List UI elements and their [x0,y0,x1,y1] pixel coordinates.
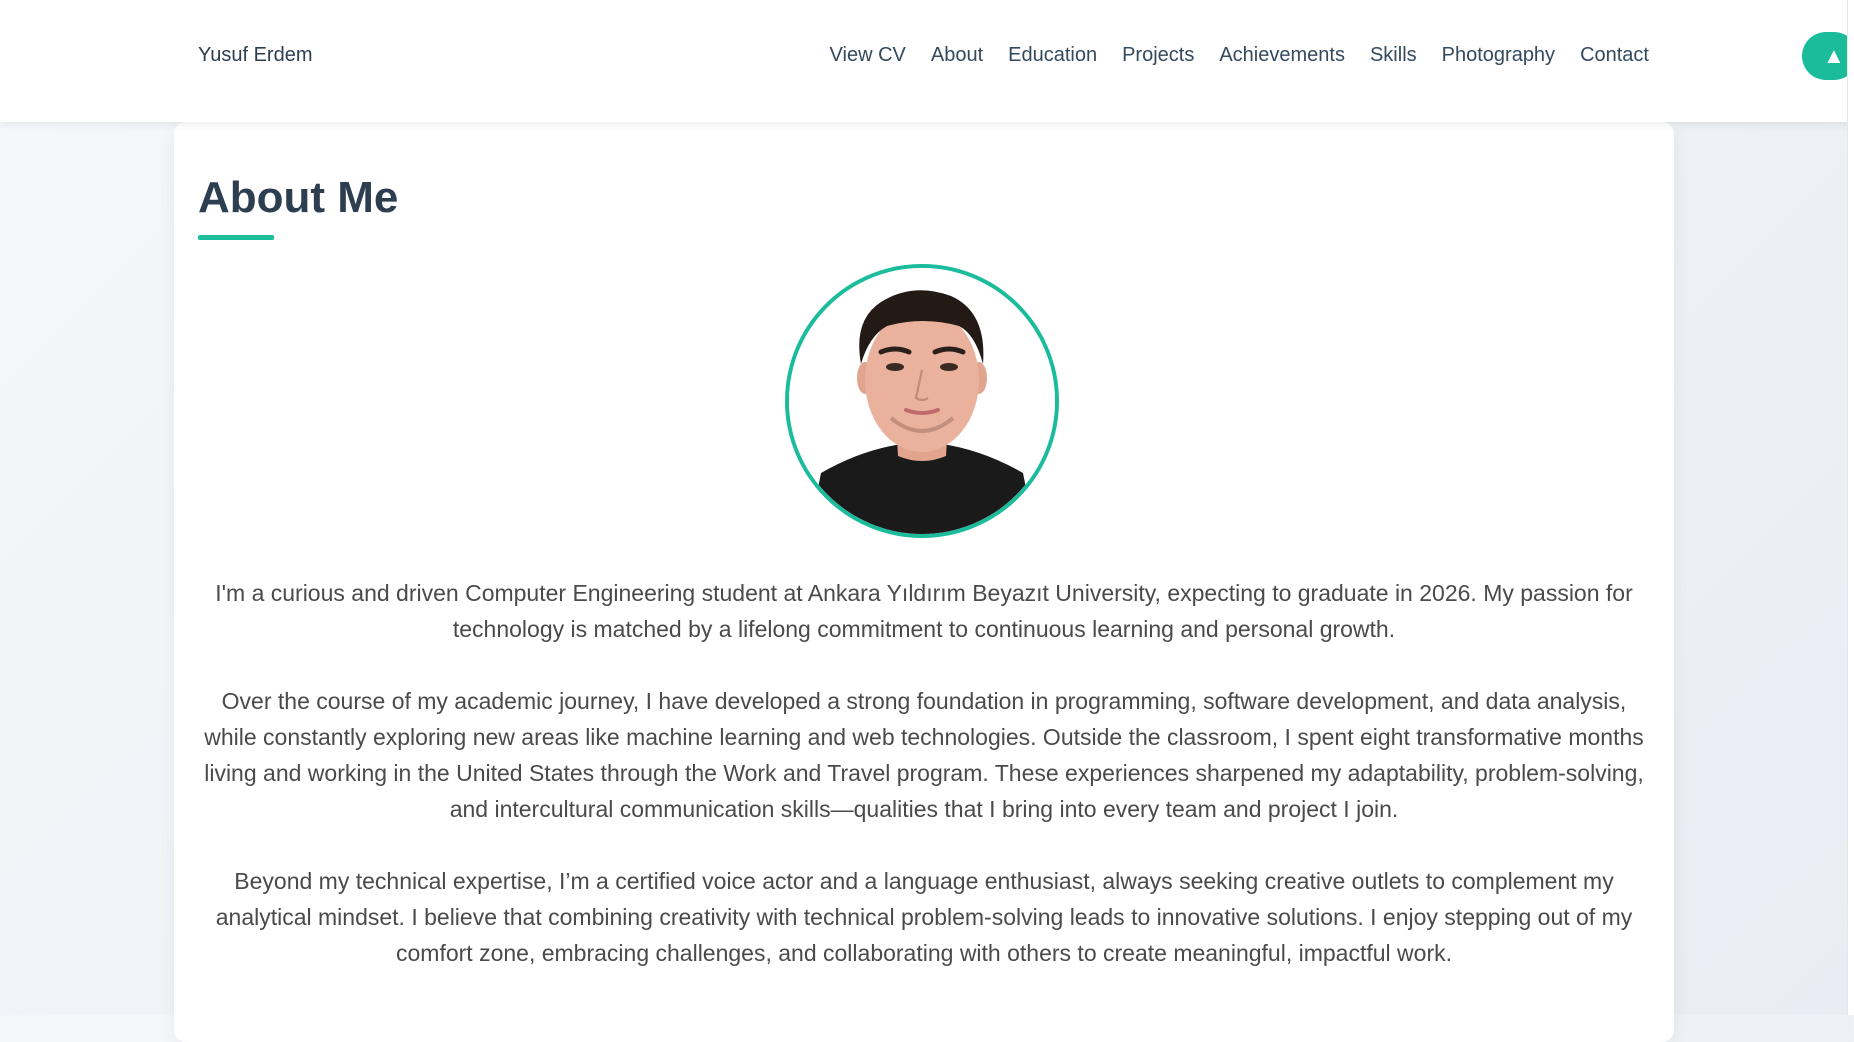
nav-link-education[interactable]: Education [1008,44,1097,67]
nav-link-view-cv[interactable]: View CV [830,44,906,67]
arrow-up-icon: ▲ [1823,43,1845,68]
navbar: Yusuf Erdem View CV About Education Proj… [0,0,1854,122]
profile-photo-illustration [789,268,1055,534]
brand-name[interactable]: Yusuf Erdem [198,44,313,67]
nav-link-projects[interactable]: Projects [1122,44,1194,67]
about-title: About Me [198,173,399,222]
title-underline [198,235,274,240]
nav-link-about[interactable]: About [931,44,983,67]
nav-link-achievements[interactable]: Achievements [1219,44,1345,67]
nav-links: View CV About Education Projects Achieve… [830,44,1649,67]
bio-paragraph-1: I'm a curious and driven Computer Engine… [215,580,1633,642]
nav-link-contact[interactable]: Contact [1580,44,1649,67]
about-bio: I'm a curious and driven Computer Engine… [196,575,1652,1007]
nav-link-photography[interactable]: Photography [1442,44,1555,67]
nav-link-skills[interactable]: Skills [1370,44,1417,67]
bio-paragraph-3: Beyond my technical expertise, I’m a cer… [215,868,1633,966]
profile-photo [785,264,1059,538]
bio-paragraph-2: Over the course of my academic journey, … [204,688,1644,822]
page-scrollbar[interactable] [1847,0,1854,1015]
